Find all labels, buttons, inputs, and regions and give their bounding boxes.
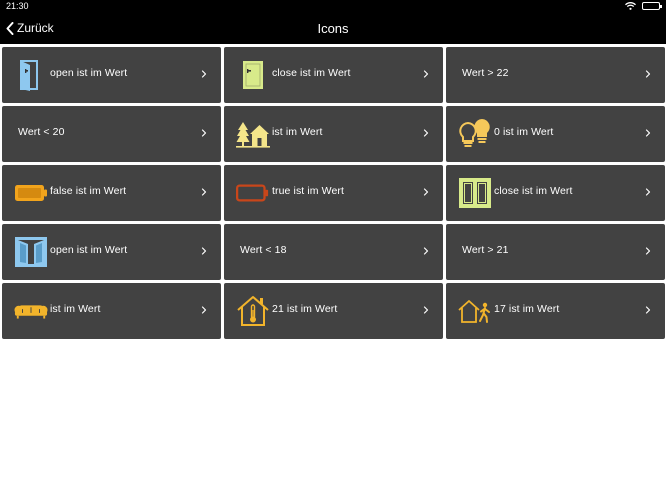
tile-14[interactable]: 21 ist im Wert [224,283,443,339]
light-bulbs-icon [458,118,492,150]
tile-label: 17 ist im Wert [494,303,560,315]
chevron-right-icon [423,188,429,196]
chevron-right-icon [645,188,651,196]
tile-label: close ist im Wert [272,67,351,79]
battery-status-icon [642,2,662,10]
tile-label: Wert < 18 [240,244,287,256]
tile-label: Wert > 21 [462,244,509,256]
tile-label: Wert < 20 [18,126,65,138]
tile-label: close ist im Wert [494,185,573,197]
tile-label: ist im Wert [272,126,323,138]
chevron-right-icon [201,306,207,314]
window-open-icon [14,236,48,268]
tile-label: open ist im Wert [50,244,128,256]
tile-label: Wert > 22 [462,67,509,79]
nav-bar: Zurück Icons [0,14,666,44]
chevron-right-icon [423,129,429,137]
tile-label: false ist im Wert [50,185,127,197]
door-closed-icon [236,59,270,91]
status-time: 21:30 [6,1,29,11]
tile-1[interactable]: open ist im Wert [2,47,221,103]
chevron-right-icon [201,188,207,196]
status-bar: 21:30 [0,0,666,14]
battery-empty-icon [236,177,270,209]
window-closed-icon [458,177,492,209]
tile-13[interactable]: ist im Wert [2,283,221,339]
tile-2[interactable]: close ist im Wert [224,47,443,103]
wifi-icon [625,2,636,10]
house-presence-icon [458,295,492,327]
house-thermometer-icon [236,295,270,327]
back-button-label: Zurück [17,21,54,35]
tile-15[interactable]: 17 ist im Wert [446,283,665,339]
chevron-right-icon [645,70,651,78]
page-title: Icons [317,21,349,36]
tile-10[interactable]: open ist im Wert [2,224,221,280]
tile-label: true ist im Wert [272,185,344,197]
tile-12[interactable]: Wert > 21 [446,224,665,280]
chevron-left-icon [6,21,14,35]
tile-6[interactable]: 0 ist im Wert [446,106,665,162]
tile-5[interactable]: ist im Wert [224,106,443,162]
status-icons [625,2,662,10]
tile-7[interactable]: false ist im Wert [2,165,221,221]
chevron-right-icon [201,70,207,78]
sofa-icon [14,295,48,327]
chevron-right-icon [645,306,651,314]
tile-label: open ist im Wert [50,67,128,79]
tile-label: 0 ist im Wert [494,126,554,138]
chevron-right-icon [201,247,207,255]
tile-3[interactable]: Wert > 22 [446,47,665,103]
tile-4[interactable]: Wert < 20 [2,106,221,162]
chevron-right-icon [645,129,651,137]
tile-8[interactable]: true ist im Wert [224,165,443,221]
tile-9[interactable]: close ist im Wert [446,165,665,221]
chevron-right-icon [423,306,429,314]
battery-full-icon [14,177,48,209]
chevron-right-icon [645,247,651,255]
tile-11[interactable]: Wert < 18 [224,224,443,280]
door-open-icon [14,59,48,91]
icon-grid: open ist im Wert close ist im Wert Wert >… [2,47,665,339]
chevron-right-icon [423,247,429,255]
chevron-right-icon [423,70,429,78]
tile-label: 21 ist im Wert [272,303,338,315]
garden-house-icon [236,118,270,150]
chevron-right-icon [201,129,207,137]
back-button[interactable]: Zurück [6,21,54,35]
tile-label: ist im Wert [50,303,101,315]
